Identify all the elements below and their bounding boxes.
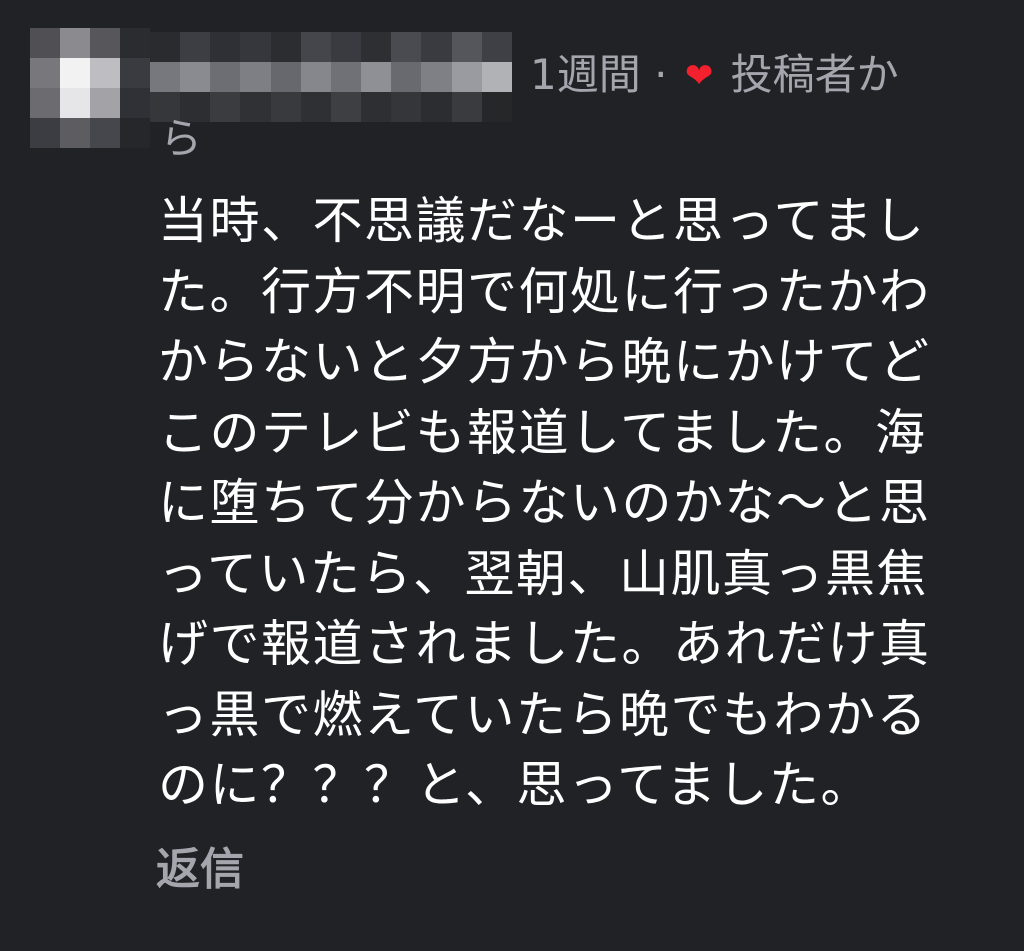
comment-body-line: からないと夕方から晩にかけてど [158, 333, 931, 391]
avatar[interactable] [30, 28, 150, 148]
comment-body-line: のに？？？と、思ってました。 [158, 756, 872, 814]
comment-body-line: た。行方不明で何処に行ったかわ [158, 262, 931, 321]
author-reaction-label-continued: ら [160, 114, 203, 163]
meta-separator: · [654, 50, 668, 99]
author-reaction-label: 投稿者か [730, 50, 899, 99]
comment-body-line: に堕ちて分からないのかな〜と思 [158, 474, 931, 532]
heart-icon: ❤ [684, 56, 714, 96]
comment-body-line: 当時、不思議だなーと思ってまし [158, 192, 926, 250]
reply-button[interactable]: 返信 [156, 840, 244, 900]
comment-body: 当時、不思議だなーと思ってまし た。行方不明で何処に行ったかわ からないと夕方か… [158, 186, 998, 821]
username-pixelated[interactable] [150, 32, 512, 122]
comment-body-line: げで報道されました。あれだけ真 [158, 615, 931, 673]
comment-body-line: っていたら、翌朝、山肌真っ黒焦 [158, 544, 928, 603]
comment-body-line: っ黒で燃えていたら晩でもわかる [158, 685, 928, 744]
timestamp[interactable]: 1週間 [530, 50, 641, 99]
comment-body-line: このテレビも報道してました。海 [158, 403, 927, 462]
comment: 1週間 · ❤ 投稿者か ら 当時、不思議だなーと思ってまし た。行方不明で何処… [0, 0, 1024, 951]
comment-meta: 1週間 · ❤ 投稿者か [530, 46, 899, 105]
